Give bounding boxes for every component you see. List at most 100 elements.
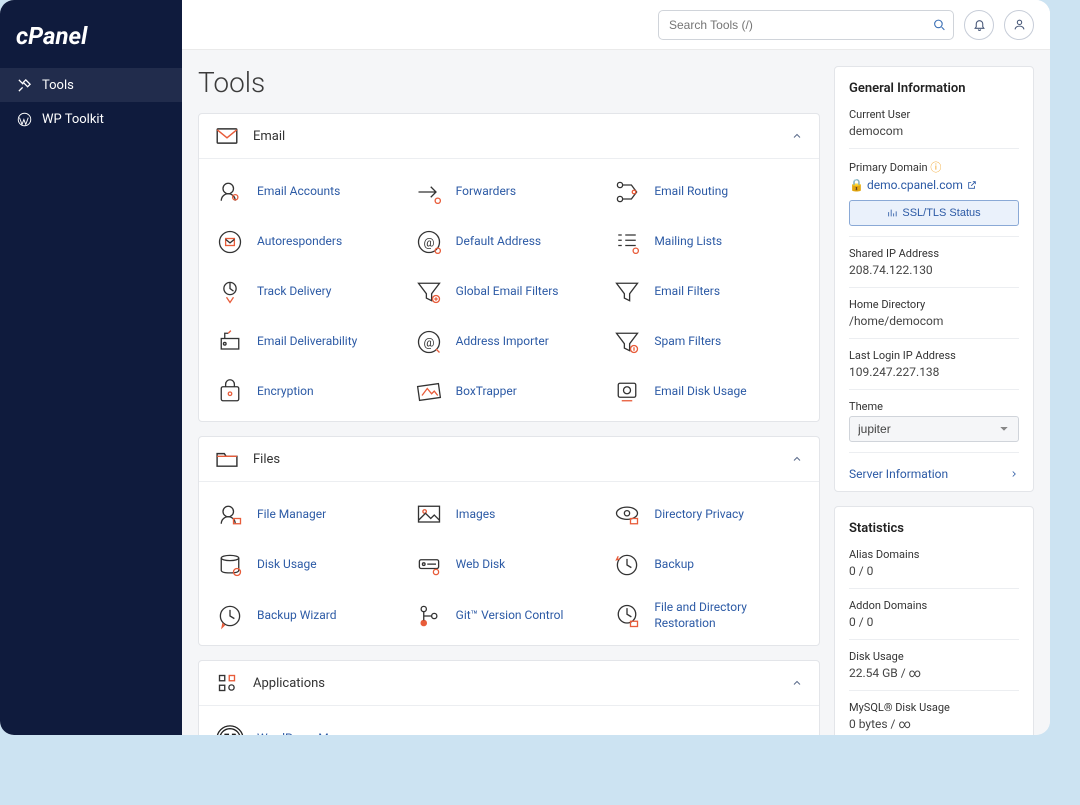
panel-body-applications: WordPress Manager bbox=[199, 706, 819, 735]
panel-title: General Information bbox=[849, 81, 1019, 96]
panel-title: Email bbox=[253, 129, 791, 144]
chevron-up-icon bbox=[791, 453, 803, 465]
server-information-link[interactable]: Server Information bbox=[849, 463, 1019, 481]
tool-web-disk[interactable]: Web Disk bbox=[414, 542, 605, 588]
tool-mailing-lists[interactable]: Mailing Lists bbox=[612, 219, 803, 265]
info-icon: ⓘ bbox=[930, 161, 941, 174]
tool-file-manager[interactable]: File Manager bbox=[215, 492, 406, 538]
tool-images[interactable]: Images bbox=[414, 492, 605, 538]
tool-icon: @ bbox=[414, 227, 444, 257]
tool-icon bbox=[215, 500, 245, 530]
tool-file-and-directory-restoration[interactable]: File and Directory Restoration bbox=[612, 592, 803, 639]
tool-forwarders[interactable]: Forwarders bbox=[414, 169, 605, 215]
svg-text:@: @ bbox=[423, 235, 434, 249]
panel-title: Statistics bbox=[849, 521, 1019, 536]
tool-icon bbox=[414, 601, 444, 631]
tool-label: Email Routing bbox=[654, 184, 728, 200]
info-label: Shared IP Address bbox=[849, 247, 1019, 260]
stat-value: 22.54 GB / ∞ bbox=[849, 666, 1019, 680]
stat-label: Addon Domains bbox=[849, 599, 1019, 612]
tool-spam-filters[interactable]: Spam Filters bbox=[612, 319, 803, 365]
email-icon bbox=[215, 126, 239, 146]
tool-icon bbox=[612, 177, 642, 207]
panel-head-email[interactable]: Email bbox=[199, 114, 819, 159]
panel-title: Applications bbox=[253, 676, 791, 691]
tool-icon bbox=[612, 227, 642, 257]
sidebar-item-wptoolkit[interactable]: WP Toolkit bbox=[0, 102, 182, 136]
tool-icon bbox=[215, 277, 245, 307]
tool-autoresponders[interactable]: Autoresponders bbox=[215, 219, 406, 265]
panel-applications: Applications WordPress Manager bbox=[198, 660, 820, 735]
stat-block: MySQL® Disk Usage0 bytes / ∞ bbox=[849, 701, 1019, 731]
folder-icon bbox=[215, 449, 239, 469]
tool-backup[interactable]: Backup bbox=[612, 542, 803, 588]
tool-label: Disk Usage bbox=[257, 557, 317, 573]
tool-label: Backup bbox=[654, 557, 694, 573]
primary-domain-link[interactable]: demo.cpanel.com bbox=[867, 178, 977, 192]
tool-email-deliverability[interactable]: Email Deliverability bbox=[215, 319, 406, 365]
tool-label: Directory Privacy bbox=[654, 507, 744, 523]
tool-icon bbox=[414, 377, 444, 407]
tool-icon bbox=[414, 177, 444, 207]
tool-icon bbox=[612, 601, 642, 631]
notifications-button[interactable] bbox=[964, 10, 994, 40]
info-label: Home Directory bbox=[849, 298, 1019, 311]
info-label: Current User bbox=[849, 108, 1019, 121]
tool-email-accounts[interactable]: Email Accounts bbox=[215, 169, 406, 215]
tool-label: Email Deliverability bbox=[257, 334, 357, 350]
tool-icon bbox=[215, 724, 245, 735]
tool-encryption[interactable]: Encryption bbox=[215, 369, 406, 415]
tool-icon bbox=[414, 277, 444, 307]
tool-wordpress-manager[interactable]: WordPress Manager bbox=[215, 716, 406, 735]
content: Tools Email Email AccountsForwarders Emai… bbox=[182, 50, 1050, 735]
page-title: Tools bbox=[198, 66, 820, 99]
sidebar-item-label: Tools bbox=[42, 78, 74, 93]
tool-global-email-filters[interactable]: Global Email Filters bbox=[414, 269, 605, 315]
sidebar-item-tools[interactable]: Tools bbox=[0, 68, 182, 102]
panel-head-applications[interactable]: Applications bbox=[199, 661, 819, 706]
chevron-up-icon bbox=[791, 677, 803, 689]
stat-block: Disk Usage 22.54 GB / ∞ bbox=[849, 650, 1019, 691]
theme-select[interactable]: jupiter bbox=[849, 416, 1019, 442]
tool-backup-wizard[interactable]: Backup Wizard bbox=[215, 592, 406, 639]
left-column: Tools Email Email AccountsForwarders Emai… bbox=[198, 66, 820, 719]
info-label: Last Login IP Address bbox=[849, 349, 1019, 362]
general-information-panel: General Information Current User democom… bbox=[834, 66, 1034, 492]
tool-git-version-control[interactable]: Git™ Version Control bbox=[414, 592, 605, 639]
last-login-value: 109.247.227.138 bbox=[849, 365, 1019, 379]
tool-label: Address Importer bbox=[456, 334, 549, 350]
tool-directory-privacy[interactable]: Directory Privacy bbox=[612, 492, 803, 538]
sidebar-item-label: WP Toolkit bbox=[42, 112, 104, 127]
stat-value: 0 / 0 bbox=[849, 615, 1019, 629]
search-input[interactable] bbox=[658, 10, 954, 40]
tool-icon bbox=[414, 550, 444, 580]
tool-track-delivery[interactable]: Track Delivery bbox=[215, 269, 406, 315]
main-area: Tools Email Email AccountsForwarders Emai… bbox=[182, 0, 1050, 735]
stat-value: 0 / 0 bbox=[849, 564, 1019, 578]
stat-block: Alias Domains 0 / 0 bbox=[849, 548, 1019, 589]
tool-boxtrapper[interactable]: BoxTrapper bbox=[414, 369, 605, 415]
panel-head-files[interactable]: Files bbox=[199, 437, 819, 482]
search-icon[interactable] bbox=[933, 18, 946, 31]
tool-label: Spam Filters bbox=[654, 334, 721, 350]
tool-email-filters[interactable]: Email Filters bbox=[612, 269, 803, 315]
logo: cPanel bbox=[0, 12, 182, 68]
stat-label: Alias Domains bbox=[849, 548, 1019, 561]
panel-title: Files bbox=[253, 452, 791, 467]
tool-email-routing[interactable]: Email Routing bbox=[612, 169, 803, 215]
stat-label: Disk Usage bbox=[849, 650, 1019, 663]
wordpress-icon bbox=[16, 111, 32, 127]
user-button[interactable] bbox=[1004, 10, 1034, 40]
tool-icon bbox=[612, 277, 642, 307]
ssl-status-button[interactable]: SSL/TLS Status bbox=[849, 200, 1019, 226]
tool-address-importer[interactable]: @Address Importer bbox=[414, 319, 605, 365]
tool-icon bbox=[414, 500, 444, 530]
tool-icon bbox=[215, 601, 245, 631]
tool-icon bbox=[612, 377, 642, 407]
tool-default-address[interactable]: @Default Address bbox=[414, 219, 605, 265]
tool-disk-usage[interactable]: Disk Usage bbox=[215, 542, 406, 588]
tool-email-disk-usage[interactable]: Email Disk Usage bbox=[612, 369, 803, 415]
tool-label: Encryption bbox=[257, 384, 314, 400]
tool-icon bbox=[215, 327, 245, 357]
tool-label: Backup Wizard bbox=[257, 608, 336, 624]
